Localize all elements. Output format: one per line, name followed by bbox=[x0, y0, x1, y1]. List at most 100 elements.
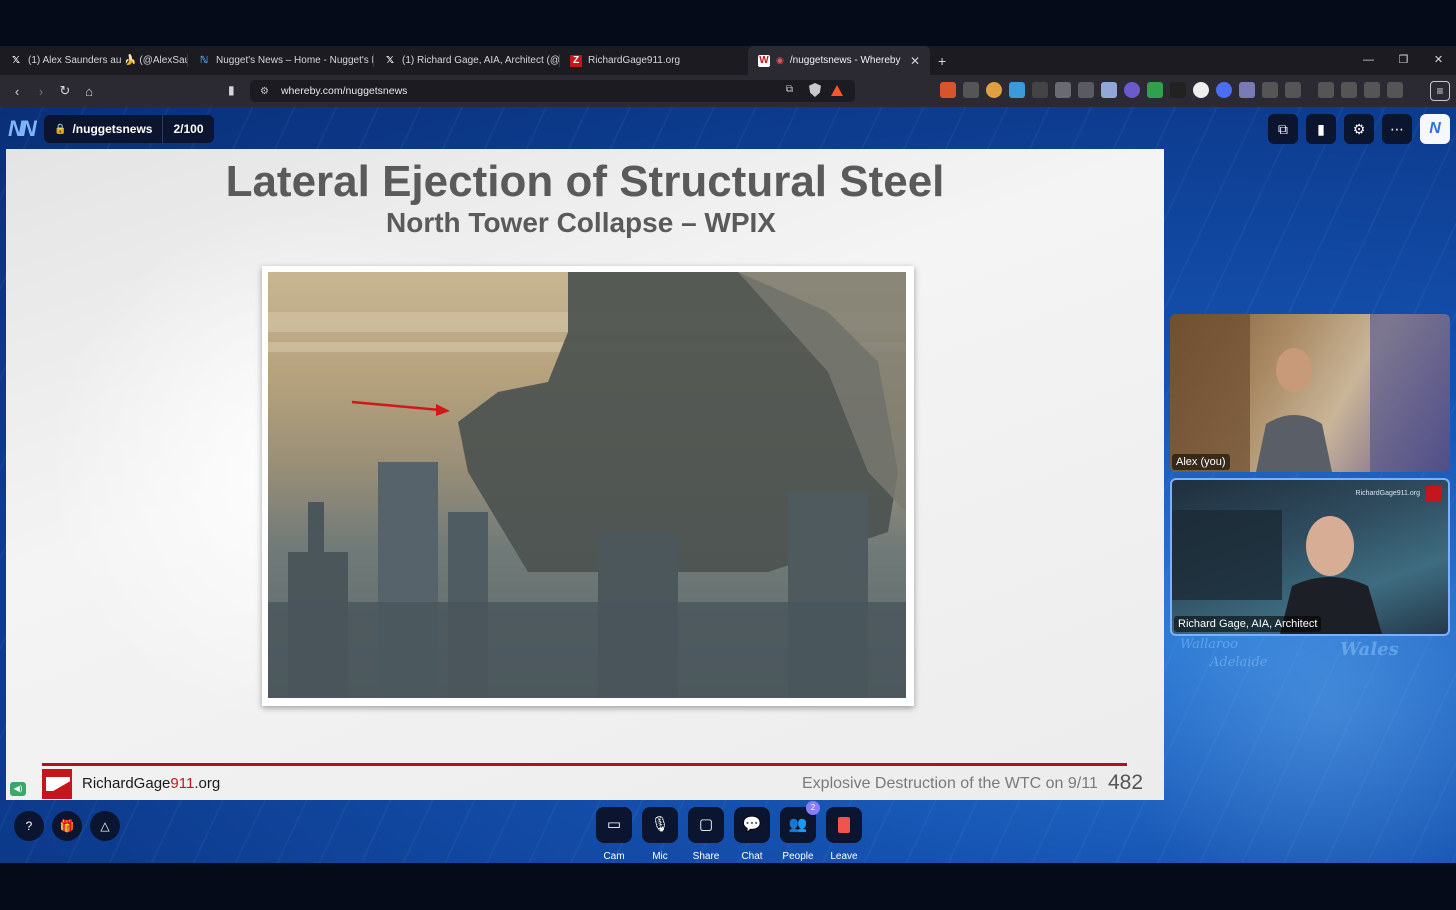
reload-icon[interactable]: ↻ bbox=[54, 83, 76, 99]
letterbox-bottom bbox=[0, 863, 1456, 910]
collapse-photo bbox=[268, 272, 906, 698]
people-label: People bbox=[782, 851, 814, 862]
leave-control[interactable]: Leave bbox=[826, 807, 862, 862]
call-controls: ▭ Cam 🎙 Mic ▢ Share 💬 Chat 👥 2 People Le… bbox=[596, 801, 862, 862]
chat-icon[interactable]: 💬 bbox=[734, 807, 770, 843]
cam-control[interactable]: ▭ Cam bbox=[596, 807, 632, 862]
share-label: Share bbox=[692, 851, 720, 862]
leo-ai-icon[interactable] bbox=[1364, 82, 1380, 98]
extension-icon[interactable] bbox=[1078, 82, 1094, 98]
extension-icon[interactable] bbox=[1032, 82, 1048, 98]
extension-icon[interactable] bbox=[1239, 82, 1255, 98]
extension-icon[interactable] bbox=[1285, 82, 1301, 98]
whereby-room: Wallaroo Adelaide Wales NN 🔒 /nuggetsnew… bbox=[0, 107, 1456, 863]
recording-icon: ◉ bbox=[776, 55, 784, 65]
close-window-button[interactable]: ✕ bbox=[1421, 46, 1456, 75]
brave-rewards-icon[interactable] bbox=[831, 85, 843, 96]
back-icon[interactable]: ‹ bbox=[6, 84, 28, 99]
brand-icon[interactable]: N bbox=[1420, 114, 1450, 144]
open-external-icon[interactable]: ⧉ bbox=[786, 84, 793, 95]
window-controls: — ❐ ✕ bbox=[1351, 46, 1456, 75]
nuggets-news-logo: NN bbox=[8, 116, 37, 141]
people-icon[interactable]: 👥 2 bbox=[780, 801, 820, 843]
site-settings-icon[interactable]: ⚙ bbox=[260, 86, 269, 97]
screen: 𝕏 (1) Alex Saunders au 🍌 (@AlexSaund ℕ N… bbox=[0, 0, 1456, 910]
map-decoration: Wales bbox=[1340, 639, 1399, 660]
tab-title: (1) Richard Gage, AIA, Architect (@Ri bbox=[402, 55, 560, 66]
home-icon[interactable]: ⌂ bbox=[78, 84, 100, 99]
menu-icon[interactable]: ≡ bbox=[1430, 81, 1450, 101]
url-text[interactable]: whereby.com/nuggetsnews bbox=[281, 85, 407, 97]
extension-icon[interactable] bbox=[940, 82, 956, 98]
picture-in-picture-icon[interactable]: ⧉ bbox=[1268, 114, 1298, 144]
footer-divider bbox=[42, 763, 1127, 766]
participant-count: 2/100 bbox=[162, 115, 213, 143]
vpn-icon[interactable] bbox=[1387, 82, 1403, 98]
whereby-icon: W bbox=[758, 54, 770, 67]
browser-tab[interactable]: 𝕏 (1) Alex Saunders au 🍌 (@AlexSaund bbox=[0, 46, 188, 75]
chat-control[interactable]: 💬 Chat bbox=[734, 807, 770, 862]
leave-icon[interactable] bbox=[826, 807, 862, 843]
extension-icon[interactable] bbox=[963, 82, 979, 98]
people-badge: 2 bbox=[806, 801, 820, 815]
browser-tab[interactable]: 𝕏 (1) Richard Gage, AIA, Architect (@Ri bbox=[374, 46, 560, 75]
extensions-bar bbox=[940, 82, 1403, 98]
share-screen-icon[interactable]: ▢ bbox=[688, 807, 724, 843]
rg911-icon: Z bbox=[570, 54, 582, 67]
left-controls: ? 🎁 △ bbox=[14, 811, 120, 841]
slide-subtitle: North Tower Collapse – WPIX bbox=[386, 207, 776, 238]
extension-icon[interactable] bbox=[1147, 82, 1163, 98]
participant-tile[interactable]: Alex (you) bbox=[1170, 314, 1450, 472]
people-control[interactable]: 👥 2 People bbox=[780, 801, 820, 862]
stats-icon[interactable]: ▮ bbox=[1306, 114, 1336, 144]
forward-icon[interactable]: › bbox=[30, 84, 52, 99]
tab-title: RichardGage911.org bbox=[588, 55, 681, 66]
tab-title: Nugget's News – Home - Nugget's N bbox=[216, 55, 374, 66]
footer-site: RichardGage911.org bbox=[82, 775, 221, 792]
leave-label: Leave bbox=[830, 851, 858, 862]
browser-tab[interactable]: ℕ Nugget's News – Home - Nugget's N bbox=[188, 46, 374, 75]
extension-icon[interactable] bbox=[1216, 82, 1232, 98]
extension-icon[interactable] bbox=[1170, 82, 1186, 98]
extension-icon[interactable] bbox=[1101, 82, 1117, 98]
browser-toolbar: ‹ › ↻ ⌂ ▮ ⚙ whereby.com/nuggetsnews ⧉ ≡ bbox=[0, 75, 1456, 107]
browser-tab[interactable]: Z RichardGage911.org bbox=[560, 46, 748, 75]
participant-tile-active-speaker[interactable]: RichardGage911.org Richard Gage, AIA, Ar… bbox=[1170, 478, 1450, 636]
x-logo-icon: 𝕏 bbox=[385, 55, 395, 66]
extension-icon[interactable] bbox=[1193, 82, 1209, 98]
sidebar-icon[interactable] bbox=[1318, 82, 1334, 98]
extension-icon[interactable] bbox=[1055, 82, 1071, 98]
extension-icon[interactable] bbox=[1009, 82, 1025, 98]
wallet-icon[interactable] bbox=[1341, 82, 1357, 98]
browser-tab-strip: 𝕏 (1) Alex Saunders au 🍌 (@AlexSaund ℕ N… bbox=[0, 46, 1456, 75]
minimize-button[interactable]: — bbox=[1351, 46, 1386, 75]
address-bar[interactable]: ⚙ whereby.com/nuggetsnews ⧉ bbox=[250, 80, 855, 102]
extension-icon[interactable] bbox=[1124, 82, 1140, 98]
tab-title: /nuggetsnews - Whereby bbox=[789, 55, 901, 66]
close-tab-icon[interactable]: ✕ bbox=[910, 54, 920, 68]
extension-icon[interactable] bbox=[986, 82, 1002, 98]
participant-name: Richard Gage, AIA, Architect bbox=[1174, 616, 1322, 632]
puzzle-icon[interactable] bbox=[1262, 82, 1278, 98]
photo-frame bbox=[262, 266, 914, 706]
x-logo-icon: 𝕏 bbox=[11, 55, 21, 66]
camera-icon[interactable]: ▭ bbox=[596, 807, 632, 843]
bookmark-icon[interactable]: ▮ bbox=[228, 83, 235, 97]
more-icon[interactable]: ⋯ bbox=[1382, 114, 1412, 144]
slide-number: 482 bbox=[1108, 771, 1144, 794]
new-tab-button[interactable]: + bbox=[938, 53, 946, 69]
restore-button[interactable]: ❐ bbox=[1386, 46, 1421, 75]
help-icon[interactable]: ? bbox=[14, 811, 44, 841]
room-info-pill[interactable]: 🔒 /nuggetsnews 2/100 bbox=[44, 115, 214, 143]
brave-shields-icon[interactable] bbox=[809, 83, 821, 97]
participant-name: Alex (you) bbox=[1172, 454, 1230, 470]
speaker-icon[interactable]: ◀) bbox=[10, 782, 26, 796]
room-name: /nuggetsnews bbox=[72, 122, 153, 136]
mic-control[interactable]: 🎙 Mic bbox=[642, 807, 678, 862]
share-control[interactable]: ▢ Share bbox=[688, 807, 724, 862]
warning-icon[interactable]: △ bbox=[90, 811, 120, 841]
gift-icon[interactable]: 🎁 bbox=[52, 811, 82, 841]
settings-icon[interactable]: ⚙ bbox=[1344, 114, 1374, 144]
browser-tab-active[interactable]: W ◉ /nuggetsnews - Whereby ✕ bbox=[748, 46, 930, 75]
microphone-icon[interactable]: 🎙 bbox=[642, 807, 678, 843]
